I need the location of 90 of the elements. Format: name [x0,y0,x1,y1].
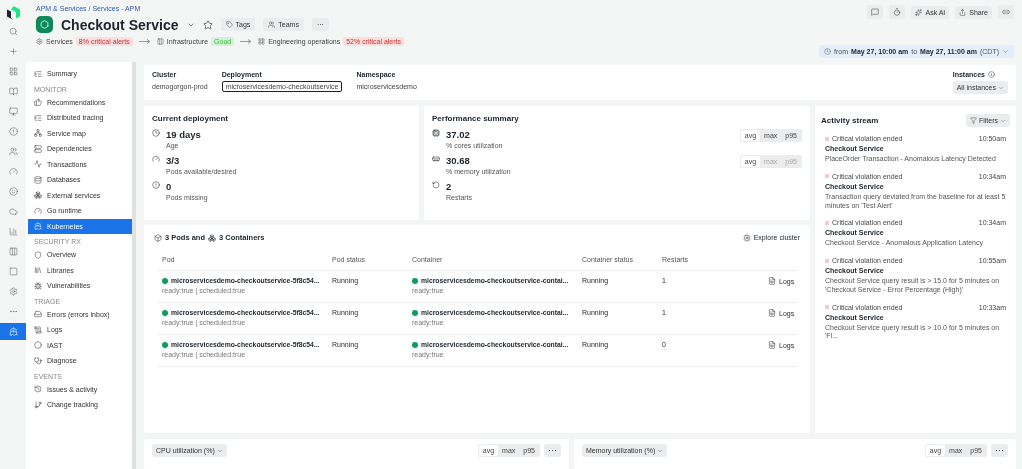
list-icon [34,69,42,78]
feedback-button[interactable] [867,5,884,19]
gear-icon [742,233,751,242]
stat-value: 30.68 [446,155,471,166]
more-button[interactable]: ··· [991,444,1008,457]
document-icon [34,325,42,334]
history-icon [34,385,42,394]
severity-mark [825,258,829,263]
database-icon [34,175,42,184]
columns-icon [156,38,164,45]
document-icon [768,277,776,285]
inbox-icon [34,310,42,319]
clock-icon [824,48,832,55]
branch-icon [34,400,42,409]
sparkle-icon [915,8,923,16]
grid-icon [8,67,18,76]
alert-icon [8,127,18,136]
library-icon [34,266,42,275]
list-icon [34,113,42,122]
smile-icon [8,187,18,196]
chevron-down-icon [1002,48,1009,55]
more-button[interactable]: ··· [544,444,561,457]
helm-icon [8,327,18,336]
circle-icon [34,341,42,350]
search-icon [8,27,18,36]
boxes-icon [208,233,216,242]
document-icon [768,341,776,349]
timer-icon [893,8,902,16]
stethoscope-icon [34,356,42,365]
stat-value: 3/3 [166,155,181,166]
users-icon [8,147,18,156]
page-title[interactable]: Checkout Service [61,16,179,33]
logo [6,6,20,20]
shield-icon [34,250,42,259]
chevron-down-icon [1000,117,1006,124]
arrow-icon [138,39,151,44]
card-title: Activity stream [821,116,879,125]
chevron-down-icon [657,447,664,454]
book-icon [8,87,18,96]
severity-mark [825,305,829,309]
filter-icon [969,117,977,124]
network-icon [34,129,42,138]
settings-icon [8,287,18,296]
server-icon [34,144,42,153]
grid-icon [258,38,266,45]
gauge-icon [34,206,42,215]
gauge-icon [8,167,18,176]
cube-icon [154,233,162,242]
info-icon [988,71,995,78]
link-button[interactable] [998,5,1014,19]
service-icon [36,16,53,33]
card-title: Current deployment [152,114,229,123]
severity-mark [825,136,829,141]
timer-button[interactable] [889,5,906,19]
columns-icon [8,247,18,256]
square-icon [8,267,18,276]
document-icon [768,309,776,317]
share-icon [959,8,967,16]
alert-icon [152,181,160,189]
chevron-down-icon [998,84,1004,91]
arrow-icon [240,39,253,44]
plus-icon [8,47,18,56]
stat-value: 2 [446,181,453,192]
tag-icon [225,21,233,28]
helm-icon [34,222,42,231]
thumbs-up-icon [34,98,42,107]
cloud-icon [8,207,18,216]
card-title: Performance summary [432,114,520,123]
gear-icon [36,38,43,45]
chart-icon [8,227,18,236]
stat-value: 37.02 [446,129,471,140]
chevron-down-icon [216,447,223,454]
rail-button[interactable] [0,323,26,340]
monitor-icon [8,107,18,116]
star-icon [202,19,213,30]
link-icon [1002,8,1010,16]
restart-icon [432,181,440,189]
memory-icon [432,155,440,163]
chat-icon [871,8,880,16]
clock-icon [152,129,160,137]
stat-value: 19 days [166,129,202,140]
bug-icon [34,281,42,290]
users-icon [268,21,276,28]
boxes-icon [34,191,42,200]
severity-mark [825,220,829,225]
pulse-icon [34,160,42,169]
severity-mark [825,174,829,179]
stat-value: 0 [166,181,173,192]
gauge-icon [152,155,160,163]
more-icon [8,307,18,316]
